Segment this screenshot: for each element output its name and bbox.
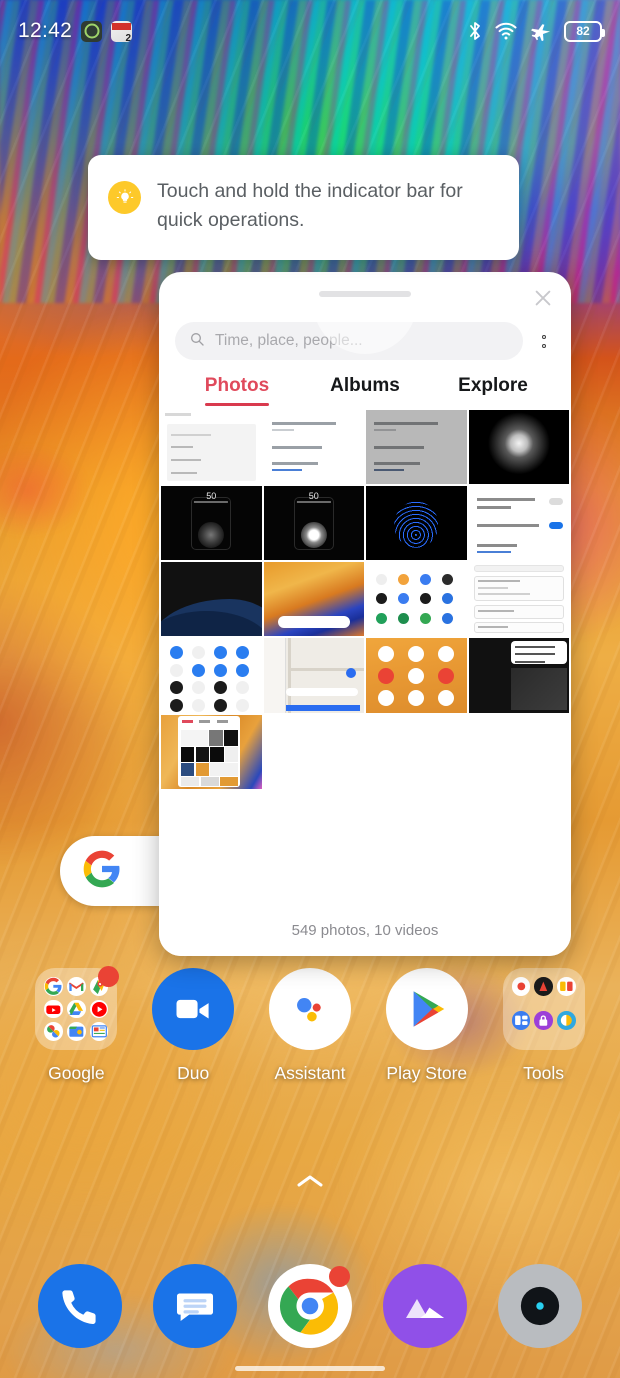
play-store-icon[interactable]: [385, 968, 468, 1050]
phone-icon[interactable]: [37, 1264, 122, 1348]
status-bar-left: 12:42: [18, 19, 133, 43]
mini-private-safe-icon: [534, 1011, 553, 1030]
photo-thumbnail[interactable]: 50: [263, 486, 364, 561]
chevron-up-icon[interactable]: [295, 1172, 325, 1195]
photo-thumbnail[interactable]: [366, 410, 467, 485]
tools-folder-icon[interactable]: [502, 968, 585, 1050]
search-input[interactable]: Time, place, people...: [175, 322, 523, 360]
bluetooth-icon: [468, 21, 482, 41]
assistant-icon[interactable]: [268, 968, 351, 1050]
photo-thumbnail[interactable]: [161, 638, 262, 713]
lightbulb-icon: [108, 181, 141, 214]
app-label: Play Store: [386, 1063, 468, 1083]
app-label: Duo: [177, 1063, 210, 1083]
photo-thumbnail[interactable]: [468, 410, 569, 485]
mini-youtube-music-icon: [89, 999, 109, 1019]
more-options-icon[interactable]: [533, 334, 555, 348]
photo-thumbnail[interactable]: [263, 562, 364, 637]
google-folder-icon[interactable]: [35, 966, 120, 1050]
photo-thumbnail[interactable]: [161, 410, 262, 485]
wifi-icon: [495, 22, 517, 40]
status-bar-right: 82: [468, 20, 605, 42]
photo-thumbnail[interactable]: [366, 562, 467, 637]
battery-level-text: 82: [576, 24, 590, 38]
photo-grid: 50 50: [159, 410, 571, 789]
search-row: Time, place, people...: [159, 322, 571, 360]
tooltip-text: Touch and hold the indicator bar for qui…: [157, 180, 463, 232]
mini-google-icon: [44, 977, 64, 996]
photo-count-status: 549 photos, 10 videos: [159, 904, 571, 956]
photo-thumbnail[interactable]: [161, 562, 262, 637]
gallery-icon[interactable]: [383, 1264, 468, 1348]
window-drag-handle[interactable]: [319, 291, 411, 297]
app-tools-folder[interactable]: Tools: [490, 968, 598, 1084]
mini-app-icon: [534, 977, 553, 996]
app-google-folder[interactable]: Google: [22, 966, 130, 1084]
mini-photos-icon: [44, 1022, 64, 1041]
mini-split-screen-icon: [511, 1011, 531, 1030]
photo-thumbnail[interactable]: [161, 714, 262, 789]
app-label: Tools: [523, 1063, 564, 1083]
mini-theme-store-icon: [556, 1011, 576, 1030]
app-label: Assistant: [274, 1063, 346, 1083]
photo-thumbnail[interactable]: [263, 410, 364, 485]
close-icon[interactable]: [529, 284, 557, 312]
status-bar: 12:42 82: [0, 0, 620, 62]
duo-icon[interactable]: [152, 968, 235, 1050]
notification-badge: [328, 1266, 350, 1287]
dock: [0, 1258, 620, 1354]
app-play-store[interactable]: Play Store: [373, 968, 481, 1084]
news-app-icon: [111, 20, 133, 42]
app-duo[interactable]: Duo: [139, 968, 247, 1084]
photo-thumbnail[interactable]: [366, 486, 467, 561]
mini-drive-icon: [67, 999, 86, 1019]
floating-photos-window[interactable]: Time, place, people... Photos Albums Exp…: [159, 272, 571, 956]
mini-recorder-icon: [511, 977, 531, 996]
photo-thumbnail[interactable]: [366, 638, 467, 713]
airplane-mode-icon: [530, 22, 551, 41]
window-handle-area[interactable]: [159, 272, 571, 354]
messages-icon[interactable]: [152, 1264, 237, 1348]
photo-thumbnail[interactable]: [468, 638, 569, 713]
app-label: Google: [48, 1063, 105, 1083]
tab-explore[interactable]: Explore: [429, 375, 557, 406]
app-assistant[interactable]: Assistant: [256, 968, 364, 1084]
mini-news-icon: [89, 1022, 109, 1041]
home-indicator: [235, 1366, 385, 1371]
search-placeholder: Time, place, people...: [215, 332, 363, 349]
photo-thumbnail[interactable]: [468, 486, 569, 561]
photo-thumbnail[interactable]: [263, 638, 364, 713]
clock-app-icon: [81, 20, 103, 42]
photos-tabs: Photos Albums Explore: [159, 375, 571, 406]
mini-gmail-icon: [67, 977, 86, 996]
status-bar-clock: 12:42: [18, 19, 73, 42]
google-g-icon: [82, 849, 122, 894]
quick-operations-tooltip[interactable]: Touch and hold the indicator bar for qui…: [88, 155, 519, 260]
photo-thumbnail[interactable]: 50: [161, 486, 262, 561]
mini-youtube-icon: [44, 999, 64, 1019]
tooltip-arrow: [351, 239, 377, 253]
tab-albums[interactable]: Albums: [301, 375, 429, 406]
photo-thumbnail[interactable]: [468, 562, 569, 637]
camera-icon[interactable]: [498, 1264, 583, 1348]
chrome-icon[interactable]: [267, 1264, 352, 1348]
mini-files-icon: [67, 1022, 86, 1041]
tab-photos[interactable]: Photos: [173, 375, 301, 406]
battery-indicator: 82: [564, 20, 605, 42]
home-app-row: Google Duo Assistant Play Store Tools: [0, 966, 620, 1118]
search-icon: [189, 331, 205, 352]
mini-clone-apps-icon: [556, 977, 576, 996]
